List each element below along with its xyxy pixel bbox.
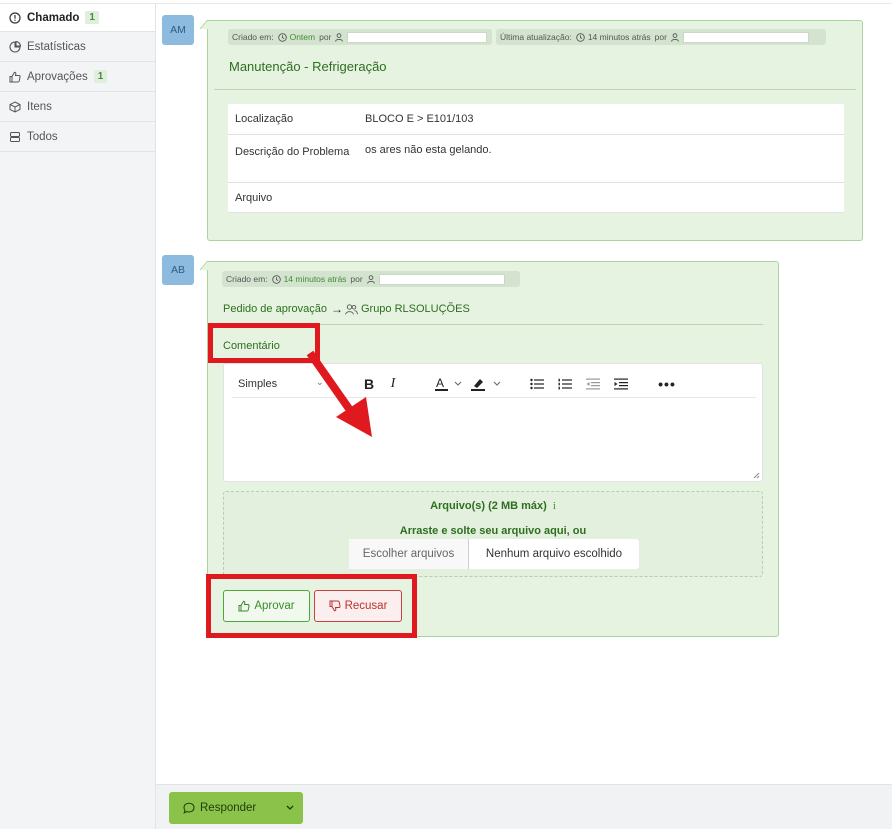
outdent-icon[interactable] [584, 374, 602, 394]
table-row: Arquivo [228, 182, 844, 213]
bullet-list-icon[interactable] [528, 374, 546, 394]
indent-icon[interactable] [612, 374, 630, 394]
file-name-label: Nenhum arquivo escolhido [485, 548, 623, 560]
updated-meta: Última atualização: 14 minutos atrás por [496, 29, 826, 45]
upload-subtitle: Arraste e solte seu arquivo aqui, ou [399, 525, 587, 537]
numbered-list-icon[interactable] [556, 374, 574, 394]
highlight-icon[interactable] [470, 374, 504, 394]
layers-icon [9, 131, 21, 143]
sidebar-item-label: Chamado [27, 11, 80, 24]
user-icon [671, 32, 679, 42]
field-label: Arquivo [228, 182, 358, 213]
field-value [358, 182, 844, 213]
by-label: por [654, 32, 667, 42]
file-dropzone[interactable]: Arquivo(s) (2 MB máx) i Arraste e solte … [223, 491, 763, 577]
user-icon [335, 32, 344, 42]
sidebar-item-estatisticas[interactable]: Estatísticas [0, 32, 155, 62]
created-meta: Criado em: Ontem por [228, 29, 492, 45]
updated-label: Última atualização: [500, 32, 572, 42]
created-label: Criado em: [226, 274, 268, 284]
divider [214, 89, 856, 90]
field-value: os ares não esta gelando. [358, 134, 844, 183]
updated-value: 14 minutos atrás [587, 32, 651, 42]
by-label: por [319, 32, 332, 42]
avatar: AM [162, 15, 194, 45]
count-badge: 1 [85, 11, 99, 24]
users-icon [345, 303, 358, 315]
created-meta: Criado em: 14 minutos atrás por [222, 271, 520, 287]
reply-dropdown-toggle[interactable] [277, 792, 303, 824]
sidebar-item-label: Aprovações [27, 70, 88, 83]
upload-title: Arquivo(s) (2 MB máx) i [430, 500, 556, 512]
chat-bubble-icon [183, 802, 195, 814]
ticket-details-table: Localização BLOCO E > E101/103 Descrição… [228, 104, 844, 213]
created-value: Ontem [289, 32, 316, 42]
footer-bar: Responder [156, 784, 892, 829]
chevron-down-icon [286, 802, 294, 814]
pie-chart-icon [9, 40, 21, 53]
sidebar-item-aprovacoes[interactable]: Aprovações 1 [0, 62, 155, 92]
sidebar-item-label: Itens [27, 100, 52, 113]
table-row: Localização BLOCO E > E101/103 [228, 104, 844, 135]
author-name [347, 31, 488, 43]
count-badge: 1 [93, 70, 108, 83]
avatar: AB [162, 255, 194, 285]
reply-main[interactable]: Responder [169, 792, 277, 824]
field-value: BLOCO E > E101/103 [358, 104, 844, 135]
more-icon[interactable]: ••• [658, 374, 676, 394]
created-label: Criado em: [232, 32, 274, 42]
sidebar-item-itens[interactable]: Itens [0, 92, 155, 122]
sidebar: Chamado 1 Estatísticas Aprovações 1 Iten… [0, 4, 156, 829]
table-row: Descrição do Problema os ares não esta g… [228, 134, 844, 183]
created-value: 14 minutos atrás [283, 274, 347, 284]
thumbs-up-icon [9, 71, 21, 83]
box-icon [9, 100, 21, 113]
sidebar-item-label: Estatísticas [27, 40, 86, 53]
ticket-title: Manutenção - Refrigeração [229, 59, 387, 74]
request-label: Pedido de aprovação [223, 303, 327, 315]
info-circle-icon [9, 11, 21, 24]
file-input[interactable]: Escolher arquivos Nenhum arquivo escolhi… [349, 539, 639, 569]
group-name: Grupo RLSOLUÇÕES [360, 303, 470, 315]
ticket-card: Criado em: Ontem por Última atualização:… [207, 20, 863, 241]
choose-files-button[interactable]: Escolher arquivos [349, 539, 469, 569]
sidebar-item-chamado[interactable]: Chamado 1 [0, 4, 155, 32]
arrow-right-icon: → [330, 302, 343, 316]
sidebar-item-label: Todos [27, 130, 58, 143]
editor-name [682, 31, 809, 43]
clock-icon [576, 32, 585, 42]
by-label: por [350, 274, 363, 284]
field-label: Localização [228, 104, 358, 135]
user-icon [366, 274, 375, 284]
clock-icon [271, 274, 281, 284]
timeline: AM Criado em: Ontem por Última atualizaç… [156, 4, 892, 784]
field-label: Descrição do Problema [228, 134, 358, 183]
sidebar-item-todos[interactable]: Todos [0, 122, 155, 152]
text-color-icon[interactable]: A [434, 374, 464, 394]
clock-icon [277, 32, 287, 42]
svg-text:A: A [436, 376, 444, 390]
info-icon[interactable]: i [553, 500, 556, 512]
reply-button[interactable]: Responder [169, 792, 303, 824]
author-name [378, 273, 505, 285]
approval-request: Pedido de aprovação → Grupo RLSOLUÇÕES [223, 302, 470, 316]
resize-handle-icon[interactable] [752, 471, 760, 479]
annotation-arrow-icon [306, 350, 372, 437]
highlight-box-buttons [206, 574, 417, 638]
